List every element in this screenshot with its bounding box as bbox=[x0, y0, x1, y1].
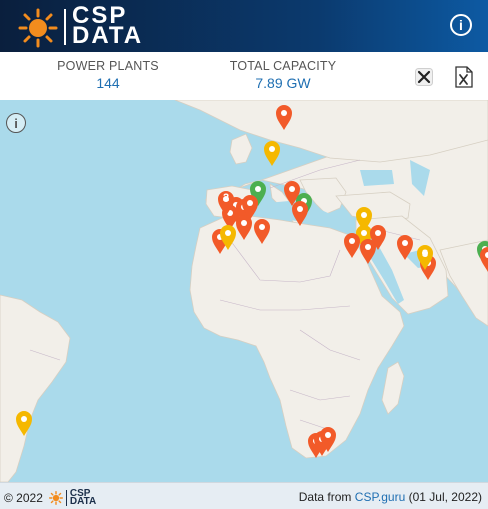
logo-divider bbox=[64, 9, 66, 45]
footer: © 2022 CSP DATA Data from CSP.guru (01 J… bbox=[0, 482, 488, 509]
source-date: (01 Jul, 2022) bbox=[408, 490, 482, 504]
footer-logo-bottom: DATA bbox=[69, 496, 97, 507]
cluster-count: 3 bbox=[422, 248, 428, 260]
clear-filter-button[interactable] bbox=[413, 66, 435, 88]
sun-icon bbox=[48, 491, 63, 505]
export-excel-button[interactable] bbox=[453, 66, 475, 88]
info-icon[interactable]: i bbox=[450, 14, 472, 36]
plants-map[interactable]: 2 3 i bbox=[0, 100, 488, 482]
stats-bar: POWER PLANTS 144 TOTAL CAPACITY 7.89 GW bbox=[0, 52, 488, 101]
footer-logo[interactable]: CSP DATA bbox=[48, 489, 97, 507]
logo-text-bottom: DATA bbox=[72, 22, 144, 49]
map-info-icon[interactable]: i bbox=[6, 113, 26, 133]
footer-left: © 2022 CSP DATA bbox=[4, 489, 97, 507]
copyright-text: © 2022 bbox=[4, 491, 43, 505]
data-source: Data from CSP.guru (01 Jul, 2022) bbox=[299, 490, 482, 504]
power-plants-value: 144 bbox=[96, 75, 120, 91]
map-canvas[interactable]: 2 3 bbox=[0, 100, 488, 482]
source-prefix: Data from bbox=[298, 490, 352, 504]
total-capacity-label: TOTAL CAPACITY bbox=[229, 59, 337, 73]
power-plants-label: POWER PLANTS bbox=[57, 59, 159, 73]
sun-icon bbox=[18, 8, 58, 48]
app-header: CSP DATA i bbox=[0, 0, 488, 52]
csp-data-logo[interactable]: CSP DATA bbox=[18, 4, 168, 49]
total-capacity-stat: TOTAL CAPACITY 7.89 GW bbox=[222, 59, 344, 91]
cluster-count: 2 bbox=[223, 192, 229, 204]
total-capacity-value: 7.89 GW bbox=[255, 75, 311, 91]
power-plants-stat: POWER PLANTS 144 bbox=[48, 59, 168, 91]
footer-logo-text: CSP DATA bbox=[65, 489, 97, 507]
close-icon bbox=[415, 68, 433, 86]
excel-file-icon bbox=[455, 66, 473, 88]
csp-guru-link[interactable]: CSP.guru bbox=[355, 490, 405, 504]
